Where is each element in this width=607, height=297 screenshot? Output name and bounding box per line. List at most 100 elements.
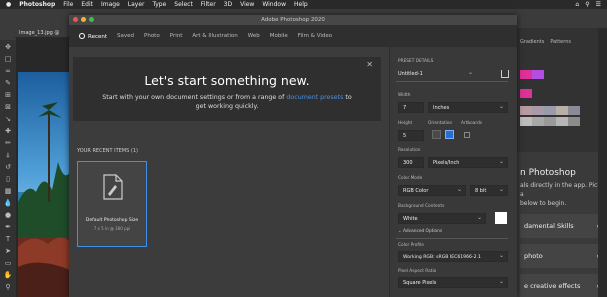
resolution-input[interactable]: 300 [398, 157, 424, 168]
dialog-title: Adobe Photoshop 2020 [261, 17, 325, 23]
tab-art-illustration[interactable]: Art & Illustration [192, 33, 237, 39]
shape-tool-icon[interactable]: ▭ [3, 258, 13, 268]
width-input[interactable]: 7 [398, 102, 424, 113]
height-input[interactable]: 5 [398, 130, 424, 141]
photoshop-window: ● Photoshop File Edit Image Layer Type S… [0, 0, 607, 297]
tab-film-video[interactable]: Film & Video [298, 33, 332, 39]
learn-card-label: photo [524, 252, 543, 260]
minimize-window-button[interactable] [81, 17, 86, 22]
eraser-tool-icon[interactable]: ▯ [3, 174, 13, 184]
healing-tool-icon[interactable]: ✚ [3, 126, 13, 136]
color-profile-select[interactable]: Working RGB: sRGB IEC61966-2.1 [398, 250, 508, 262]
marquee-tool-icon[interactable]: □ [3, 54, 13, 64]
advanced-options-toggle[interactable]: ⌄ Advanced Options [398, 229, 442, 234]
menu-3d[interactable]: 3D [224, 1, 232, 8]
learn-card-fundamental-skills[interactable]: damental Skills› [520, 214, 603, 238]
tab-patterns[interactable]: Patterns [550, 39, 571, 48]
menu-type[interactable]: Type [153, 1, 167, 8]
menu-bar: ● Photoshop File Edit Image Layer Type S… [0, 0, 607, 9]
history-brush-icon[interactable]: ↺ [3, 162, 13, 172]
tools-panel: ✥ □ ∞ ✎ ⊞ ⊠ ↘ ✚ ✏ ⍋ ↺ ▯ ▩ 💧 ● ✒ T ➤ ▭ ✋ … [0, 40, 16, 297]
type-tool-icon[interactable]: T [3, 234, 13, 244]
color-mode-label: Color Mode [398, 176, 423, 181]
menu-photoshop[interactable]: Photoshop [19, 1, 55, 8]
frame-tool-icon[interactable]: ⊠ [3, 102, 13, 112]
path-select-icon[interactable]: ➤ [3, 246, 13, 256]
new-document-dialog: Adobe Photoshop 2020 Recent Saved Photo … [69, 15, 517, 297]
eyedropper-tool-icon[interactable]: ↘ [3, 114, 13, 124]
swatch[interactable] [532, 70, 544, 79]
close-icon[interactable]: ✕ [366, 60, 373, 69]
move-tool-icon[interactable]: ✥ [3, 42, 13, 52]
pixel-aspect-label: Pixel Aspect Ratio [398, 269, 437, 274]
stamp-tool-icon[interactable]: ⍋ [3, 150, 13, 160]
tab-photo[interactable]: Photo [144, 33, 160, 39]
menu-layer[interactable]: Layer [128, 1, 145, 8]
artboards-checkbox[interactable] [464, 132, 470, 138]
tab-web[interactable]: Web [248, 33, 260, 39]
gradient-tool-icon[interactable]: ▩ [3, 186, 13, 196]
swatch[interactable] [544, 106, 556, 115]
swatch[interactable] [568, 106, 580, 115]
hand-tool-icon[interactable]: ✋ [3, 270, 13, 280]
search-icon[interactable]: ⚲ [585, 1, 589, 8]
welcome-text-part: get working quickly. [195, 103, 259, 110]
menu-edit[interactable]: Edit [81, 1, 93, 8]
brush-tool-icon[interactable]: ✏ [3, 138, 13, 148]
menu-view[interactable]: View [240, 1, 254, 8]
resolution-unit-select[interactable]: Pixels/Inch [428, 156, 508, 168]
menu-help[interactable]: Help [294, 1, 308, 8]
home-icon[interactable]: ⌂ [575, 1, 579, 8]
window-controls [73, 17, 94, 22]
learn-card-photo[interactable]: photo› [520, 244, 603, 268]
clock-icon [79, 32, 85, 39]
zoom-tool-icon[interactable]: ⚲ [3, 282, 13, 292]
menu-extras-icon[interactable]: ☰ [596, 1, 601, 8]
swatch[interactable] [544, 117, 556, 126]
swatch[interactable] [556, 106, 568, 115]
quick-select-tool-icon[interactable]: ✎ [3, 78, 13, 88]
dodge-tool-icon[interactable]: ● [3, 210, 13, 220]
document-icon [103, 174, 123, 200]
swatch[interactable] [520, 89, 532, 98]
divider [396, 81, 508, 82]
crop-tool-icon[interactable]: ⊞ [3, 90, 13, 100]
tab-mobile[interactable]: Mobile [270, 33, 288, 39]
swatch[interactable] [520, 117, 532, 126]
close-window-button[interactable] [73, 17, 78, 22]
zoom-window-button[interactable] [89, 17, 94, 22]
lasso-tool-icon[interactable]: ∞ [3, 66, 13, 76]
menu-image[interactable]: Image [101, 1, 120, 8]
learn-subtitle-1: als directly in the app. Pick a [520, 182, 601, 198]
background-color-swatch[interactable] [495, 212, 507, 224]
document-presets-link[interactable]: document presets [286, 94, 343, 101]
pen-tool-icon[interactable]: ✒ [3, 222, 13, 232]
save-preset-icon[interactable] [501, 70, 509, 78]
portrait-orientation-button[interactable] [432, 130, 441, 139]
color-mode-select[interactable]: RGB Color [398, 184, 466, 196]
bit-depth-select[interactable]: 8 bit [470, 184, 508, 196]
menu-window[interactable]: Window [262, 1, 286, 8]
tab-recent[interactable]: Recent [79, 32, 107, 40]
swatch[interactable] [556, 117, 568, 126]
menu-filter[interactable]: Filter [201, 1, 216, 8]
tab-saved[interactable]: Saved [117, 33, 134, 39]
width-unit-select[interactable]: Inches [428, 101, 508, 113]
swatch[interactable] [532, 106, 544, 115]
learn-card-creative-effects[interactable]: e creative effects› [520, 274, 603, 297]
pixel-aspect-select[interactable]: Square Pixels [398, 276, 508, 288]
landscape-orientation-button[interactable] [445, 130, 454, 139]
menu-select[interactable]: Select [174, 1, 193, 8]
swatch[interactable] [532, 117, 544, 126]
tab-gradients[interactable]: Gradients [520, 39, 544, 48]
background-contents-select[interactable]: White [398, 212, 486, 224]
apple-icon[interactable]: ● [6, 1, 11, 8]
tab-print[interactable]: Print [170, 33, 183, 39]
recent-item-card[interactable]: Default Photoshop Size 7 x 5 in @ 300 pp… [77, 161, 147, 247]
swatch[interactable] [568, 117, 580, 126]
menu-file[interactable]: File [63, 1, 73, 8]
swatch[interactable] [520, 70, 532, 79]
document-name-field[interactable]: Untitled-1 [396, 67, 476, 80]
blur-tool-icon[interactable]: 💧 [3, 198, 13, 208]
swatch[interactable] [520, 106, 532, 115]
